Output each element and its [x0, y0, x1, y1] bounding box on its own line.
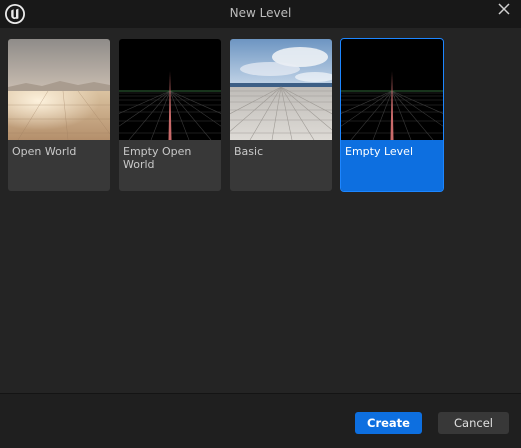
template-card-open-world[interactable]: Open World [8, 39, 110, 191]
open-world-thumbnail [8, 39, 110, 140]
title-bar: New Level [0, 0, 521, 28]
basic-thumbnail [230, 39, 332, 140]
empty-open-world-thumbnail [119, 39, 221, 140]
template-label: Basic [234, 145, 264, 158]
template-label: Empty Level [345, 145, 414, 158]
close-icon[interactable] [496, 1, 512, 17]
cancel-button[interactable]: Cancel [438, 412, 509, 434]
template-label: Empty Open World [123, 145, 192, 171]
template-card-basic[interactable]: Basic [230, 39, 332, 191]
empty-level-thumbnail [341, 39, 443, 140]
create-button[interactable]: Create [355, 412, 422, 434]
window-title: New Level [229, 6, 292, 20]
template-card-empty-open-world[interactable]: Empty Open World [119, 39, 221, 191]
dialog-footer: Create Cancel [0, 393, 521, 448]
template-grid: Open World Empty Open World Basic Empty … [0, 28, 521, 393]
template-label: Open World [12, 145, 77, 158]
template-card-empty-level[interactable]: Empty Level [340, 38, 444, 192]
